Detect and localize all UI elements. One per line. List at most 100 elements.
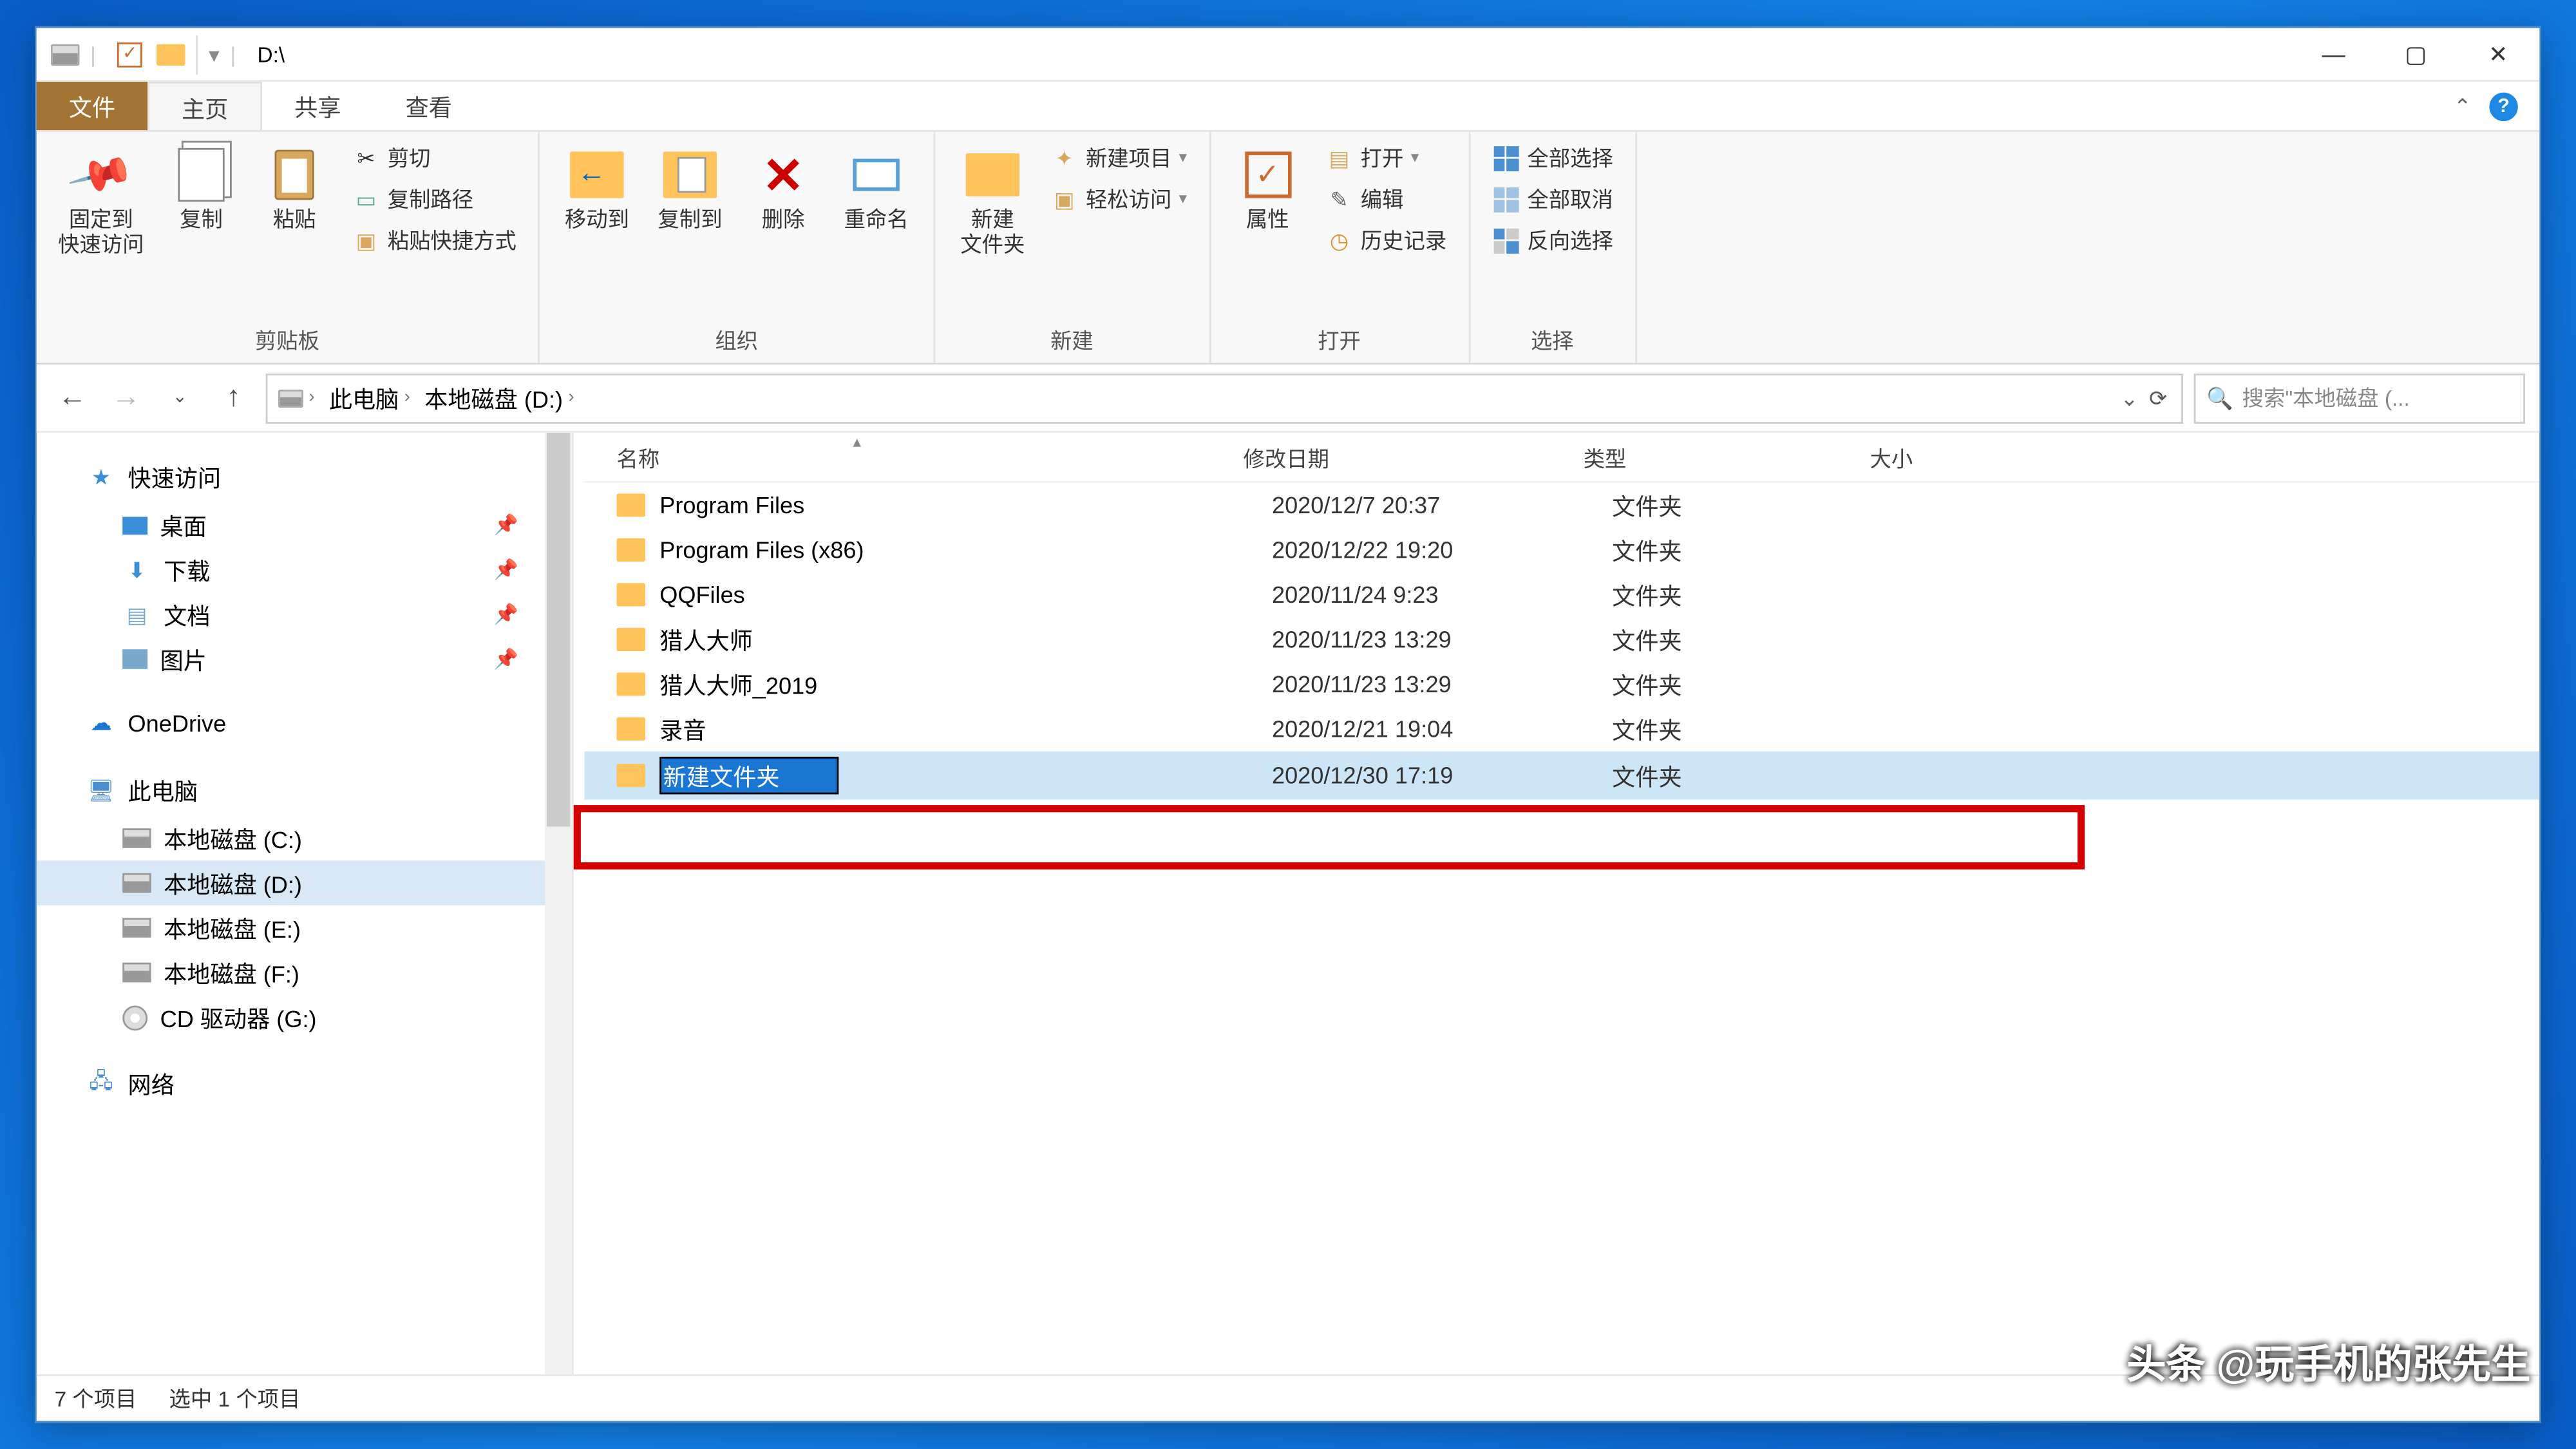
nav-drive-e[interactable]: 本地磁盘 (E:) [37, 905, 572, 951]
select-invert-button[interactable]: 反向选择 [1484, 222, 1620, 259]
pin-to-quickaccess-button[interactable]: 📌 固定到 快速访问 [51, 139, 151, 266]
rename-button[interactable]: 重命名 [833, 139, 919, 240]
nav-drive-c[interactable]: 本地磁盘 (C:) [37, 816, 572, 861]
file-list[interactable]: ▴ 名称 修改日期 类型 大小 Program Files2020/12/7 2… [574, 433, 2539, 1374]
new-item-button[interactable]: ✦新建项目▾ [1043, 139, 1194, 176]
pin-icon: 📌 [65, 139, 137, 211]
nav-recent-button[interactable]: ⌄ [158, 376, 202, 419]
address-row: ← → ⌄ ↑ › 此电脑› 本地磁盘 (D:)› ⌄ ⟳ 🔍 搜索"本地磁盘 … [37, 365, 2539, 433]
nav-quickaccess[interactable]: ★快速访问 [37, 451, 572, 503]
drive-icon [122, 828, 151, 848]
file-row[interactable]: 猎人大师_20192020/11/23 13:29文件夹 [584, 662, 2539, 707]
nav-thispc[interactable]: 🖥此电脑 [37, 764, 572, 816]
move-to-button[interactable]: 移动到 [554, 139, 639, 240]
nav-onedrive[interactable]: ☁OneDrive [37, 699, 572, 746]
pinned-icon: 📌 [494, 513, 518, 536]
file-row[interactable]: 猎人大师2020/11/23 13:29文件夹 [584, 617, 2539, 661]
col-name[interactable]: 名称 [617, 444, 1244, 474]
breadcrumb-drive[interactable]: 本地磁盘 (D:) [424, 381, 563, 415]
nav-documents[interactable]: ▤文档📌 [37, 592, 572, 637]
folder-icon [617, 538, 645, 562]
minimize-button[interactable]: — [2293, 27, 2375, 80]
new-folder-button[interactable]: 新建 文件夹 [950, 139, 1036, 266]
nav-cd-drive[interactable]: CD 驱动器 (G:) [37, 995, 572, 1040]
edit-icon: ✎ [1325, 185, 1353, 213]
close-button[interactable]: ✕ [2457, 27, 2539, 80]
col-size[interactable]: 大小 [1870, 444, 2085, 474]
copy-path-button[interactable]: ▭复制路径 [345, 180, 524, 218]
refresh-button[interactable]: ⟳ [2149, 385, 2167, 410]
open-button[interactable]: ▤打开▾ [1318, 139, 1454, 176]
star-icon: ★ [87, 462, 115, 491]
history-button[interactable]: ◷历史记录 [1318, 222, 1454, 259]
annotation-highlight [574, 805, 2085, 869]
tab-file[interactable]: 文件 [37, 82, 147, 130]
file-row[interactable]: 录音2020/12/21 19:04文件夹 [584, 706, 2539, 752]
select-none-button[interactable]: 全部取消 [1484, 180, 1620, 218]
file-type: 文件夹 [1612, 578, 1899, 612]
file-date: 2020/11/24 9:23 [1272, 582, 1612, 609]
nav-back-button[interactable]: ← [51, 376, 94, 419]
navigation-pane[interactable]: ★快速访问 桌面📌 ⬇下载📌 ▤文档📌 图片📌 ☁OneDrive 🖥此电脑 本… [37, 433, 574, 1374]
cd-icon [122, 1005, 147, 1030]
qat-properties-icon[interactable]: ✓ [117, 41, 142, 66]
address-bar[interactable]: › 此电脑› 本地磁盘 (D:)› ⌄ ⟳ [266, 373, 2183, 423]
file-row[interactable]: QQFiles2020/11/24 9:23文件夹 [584, 573, 2539, 618]
nav-forward-button[interactable]: → [104, 376, 147, 419]
ribbon: 📌 固定到 快速访问 复制 粘贴 ✂剪切 ▭复制路径 ▣粘贴快捷方式 剪贴板 [37, 132, 2539, 365]
search-input[interactable]: 🔍 搜索"本地磁盘 (... [2194, 373, 2525, 423]
collapse-ribbon-button[interactable]: ⌃ [2454, 93, 2472, 118]
tab-home[interactable]: 主页 [147, 82, 262, 130]
ribbon-group-open: ✓属性 ▤打开▾ ✎编辑 ◷历史记录 打开 [1210, 132, 1470, 363]
drive-icon [122, 873, 151, 893]
nav-downloads[interactable]: ⬇下载📌 [37, 547, 572, 592]
tab-share[interactable]: 共享 [262, 82, 373, 130]
properties-button[interactable]: ✓属性 [1225, 139, 1311, 240]
nav-pictures[interactable]: 图片📌 [37, 637, 572, 682]
breadcrumb-thispc[interactable]: 此电脑 [329, 381, 399, 415]
nav-drive-f[interactable]: 本地磁盘 (F:) [37, 950, 572, 995]
file-row[interactable]: Program Files (x86)2020/12/22 19:20文件夹 [584, 527, 2539, 573]
ribbon-group-new: 新建 文件夹 ✦新建项目▾ ▣轻松访问▾ 新建 [935, 132, 1210, 363]
maximize-button[interactable]: ▢ [2374, 27, 2457, 80]
tab-view[interactable]: 查看 [374, 82, 484, 130]
group-label-clipboard: 剪贴板 [51, 322, 524, 359]
copy-icon [178, 148, 224, 202]
copy-to-button[interactable]: 复制到 [647, 139, 733, 240]
folder-icon [617, 583, 645, 606]
history-icon: ◷ [1325, 226, 1353, 254]
nav-desktop[interactable]: 桌面📌 [37, 502, 572, 547]
cut-button[interactable]: ✂剪切 [345, 139, 524, 176]
paste-button[interactable]: 粘贴 [251, 139, 337, 240]
file-type: 文件夹 [1612, 759, 1899, 793]
file-row[interactable]: Program Files2020/12/7 20:37文件夹 [584, 483, 2539, 528]
scissors-icon: ✂ [352, 144, 380, 172]
paste-shortcut-button[interactable]: ▣粘贴快捷方式 [345, 222, 524, 259]
address-dropdown[interactable]: ⌄ [2120, 385, 2138, 410]
ribbon-group-clipboard: 📌 固定到 快速访问 复制 粘贴 ✂剪切 ▭复制路径 ▣粘贴快捷方式 剪贴板 [37, 132, 540, 363]
delete-button[interactable]: ✕删除 [740, 139, 826, 240]
qat-newfolder-icon[interactable] [156, 43, 185, 64]
file-name: 猎人大师_2019 [659, 667, 1272, 701]
col-type[interactable]: 类型 [1584, 444, 1870, 474]
easy-access-button[interactable]: ▣轻松访问▾ [1043, 180, 1194, 218]
help-icon[interactable]: ? [2489, 91, 2517, 120]
pinned-icon: 📌 [494, 647, 518, 670]
desktop-icon [122, 516, 147, 534]
nav-scrollbar[interactable] [545, 433, 572, 1374]
nav-drive-d[interactable]: 本地磁盘 (D:) [37, 860, 572, 905]
edit-button[interactable]: ✎编辑 [1318, 180, 1454, 218]
folder-icon [617, 672, 645, 696]
status-selection: 选中 1 个项目 [169, 1383, 301, 1414]
nav-scroll-thumb[interactable] [547, 433, 570, 827]
col-date[interactable]: 修改日期 [1244, 444, 1584, 474]
select-all-button[interactable]: 全部选择 [1484, 139, 1620, 176]
group-label-open: 打开 [1225, 322, 1454, 359]
nav-network[interactable]: 🖧网络 [37, 1057, 572, 1110]
file-row[interactable]: 新建文件夹2020/12/30 17:19文件夹 [584, 752, 2539, 800]
sort-indicator: ▴ [853, 433, 861, 453]
drive-icon [122, 963, 151, 983]
nav-up-button[interactable]: ↑ [212, 376, 255, 419]
copy-button[interactable]: 复制 [158, 139, 244, 240]
rename-input[interactable]: 新建文件夹 [659, 757, 838, 794]
